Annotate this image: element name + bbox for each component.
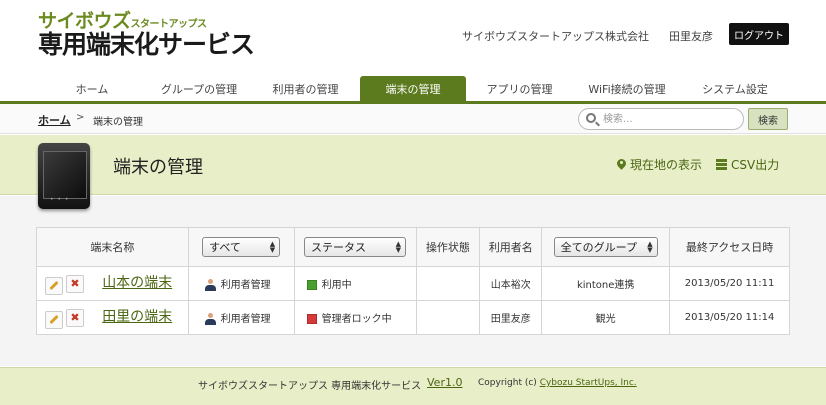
main-nav: ホーム グループの管理 利用者の管理 端末の管理 アプリの管理 WiFi接続の管… (0, 76, 826, 102)
show-location-link[interactable]: 現在地の表示 (617, 156, 702, 173)
show-location-label: 現在地の表示 (630, 158, 703, 172)
pencil-icon (49, 281, 59, 291)
nav-devices[interactable]: 端末の管理 (360, 76, 466, 102)
col-status-filter: ステータス ▲ ▼ (293, 227, 417, 267)
logo-line2: 専用端末化サービス (38, 30, 255, 59)
breadcrumb-home[interactable]: ホーム (38, 112, 71, 128)
operation-cell (415, 266, 481, 301)
status-indicator (306, 280, 317, 290)
nav-groups[interactable]: グループの管理 (146, 76, 252, 102)
status-cell: 管理者ロック中 (293, 300, 417, 335)
company-name: サイボウズスタートアップス株式会社 (462, 30, 649, 43)
status-label: 利用中 (321, 280, 352, 291)
type-label: 利用者管理 (220, 280, 271, 291)
device-name-cell: ✖ 田里の端末 (36, 300, 189, 335)
page-header-band: 端末の管理 現在地の表示 CSV出力 (0, 135, 826, 195)
type-cell: 利用者管理 (187, 300, 295, 335)
user-name: 田里友彦 (669, 30, 713, 43)
nav-apps[interactable]: アプリの管理 (466, 76, 573, 102)
delete-button[interactable]: ✖ (66, 308, 84, 327)
status-label: 管理者ロック中 (321, 314, 392, 325)
status-indicator (306, 314, 317, 324)
status-filter-select[interactable]: ステータス ▲ ▼ (304, 237, 407, 257)
list-icon (716, 159, 727, 170)
type-filter-select[interactable]: すべて ▲ ▼ (202, 237, 281, 257)
copyright-prefix: Copyright (c) (478, 378, 537, 388)
updown-arrow-icon: ▲ ▼ (395, 240, 402, 254)
delete-icon: ✖ (70, 311, 80, 325)
col-last-access: 最終アクセス日時 (669, 227, 790, 267)
device-name-cell: ✖ 山本の端末 (36, 266, 189, 301)
user-cell: 山本裕次 (479, 266, 543, 301)
last-access-cell: 2013/05/20 11:11 (669, 266, 790, 301)
table-row: ✖ 田里の端末 利用者管理 管理者ロック中 田里友彦 観光 2013/05/20… (36, 300, 790, 335)
footer-service-name: サイボウズスタートアップス 専用端末化サービス (198, 381, 422, 392)
user-cell: 田里友彦 (479, 300, 543, 335)
group-cell: 観光 (541, 300, 671, 335)
tablet-icon (38, 143, 90, 209)
map-pin-icon (617, 159, 626, 170)
pencil-icon (49, 315, 59, 325)
device-table: 端末名称 すべて ▲ ▼ ステータス ▲ ▼ 操作状態 利用者名 全てのグループ ▲… (36, 227, 790, 335)
breadcrumb-current: 端末の管理 (93, 117, 143, 128)
logo-line1-small: スタートアップス (130, 19, 208, 30)
delete-button[interactable]: ✖ (66, 274, 84, 293)
table-header-row: 端末名称 すべて ▲ ▼ ステータス ▲ ▼ 操作状態 利用者名 全てのグループ ▲… (36, 227, 790, 267)
type-cell: 利用者管理 (187, 266, 295, 301)
logout-button[interactable]: ログアウト (729, 23, 789, 45)
csv-export-link[interactable]: CSV出力 (716, 156, 779, 173)
last-access-cell: 2013/05/20 11:14 (669, 300, 790, 335)
user-icon (204, 279, 216, 291)
table-row: ✖ 山本の端末 利用者管理 利用中 山本裕次 kintone連携 2013/05… (36, 266, 790, 301)
group-filter-value: 全てのグループ (560, 241, 637, 254)
user-icon (204, 313, 216, 325)
operation-cell (415, 300, 481, 335)
nav-users[interactable]: 利用者の管理 (252, 76, 359, 102)
status-cell: 利用中 (293, 266, 417, 301)
search-button[interactable]: 検索 (748, 108, 788, 130)
col-operation-state: 操作状態 (415, 227, 481, 267)
search-input[interactable] (603, 112, 733, 126)
device-link[interactable]: 山本の端末 (102, 275, 172, 291)
col-group-filter: 全てのグループ ▲ ▼ (541, 227, 671, 267)
csv-export-label: CSV出力 (731, 158, 780, 172)
breadcrumb-separator: > (76, 112, 85, 123)
col-type-filter: すべて ▲ ▼ (187, 227, 295, 267)
nav-home[interactable]: ホーム (38, 76, 146, 102)
logo-line1: サイボウズ (38, 10, 131, 32)
col-user-name: 利用者名 (479, 227, 543, 267)
updown-arrow-icon: ▲ ▼ (647, 240, 653, 254)
type-filter-value: すべて (209, 241, 241, 254)
footer-copyright: Copyright (c) Cybozu StartUps, Inc. (478, 378, 637, 388)
device-link[interactable]: 田里の端末 (102, 309, 172, 325)
page-title: 端末の管理 (113, 157, 203, 178)
edit-button[interactable] (45, 310, 63, 329)
col-device-name: 端末名称 (36, 227, 189, 267)
edit-button[interactable] (45, 276, 63, 295)
status-filter-value: ステータス (311, 241, 367, 254)
updown-arrow-icon: ▲ ▼ (269, 240, 276, 254)
search-box[interactable] (578, 108, 744, 130)
logo[interactable]: サイボウズスタートアップス 専用端末化サービス (38, 10, 255, 59)
copyright-link[interactable]: Cybozu StartUps, Inc. (540, 378, 637, 388)
group-cell: kintone連携 (541, 266, 671, 301)
header: サイボウズスタートアップス 専用端末化サービス サイボウズスタートアップス株式会… (0, 0, 826, 75)
nav-system[interactable]: システム設定 (681, 76, 789, 102)
type-label: 利用者管理 (220, 314, 271, 325)
footer-version-link[interactable]: Ver1.0 (427, 376, 462, 389)
delete-icon: ✖ (70, 277, 80, 291)
group-filter-select[interactable]: 全てのグループ ▲ ▼ (553, 237, 658, 257)
search-icon (586, 113, 596, 123)
nav-wifi[interactable]: WiFi接続の管理 (573, 76, 681, 102)
footer: サイボウズスタートアップス 専用端末化サービス Ver1.0 Copyright… (0, 367, 826, 405)
